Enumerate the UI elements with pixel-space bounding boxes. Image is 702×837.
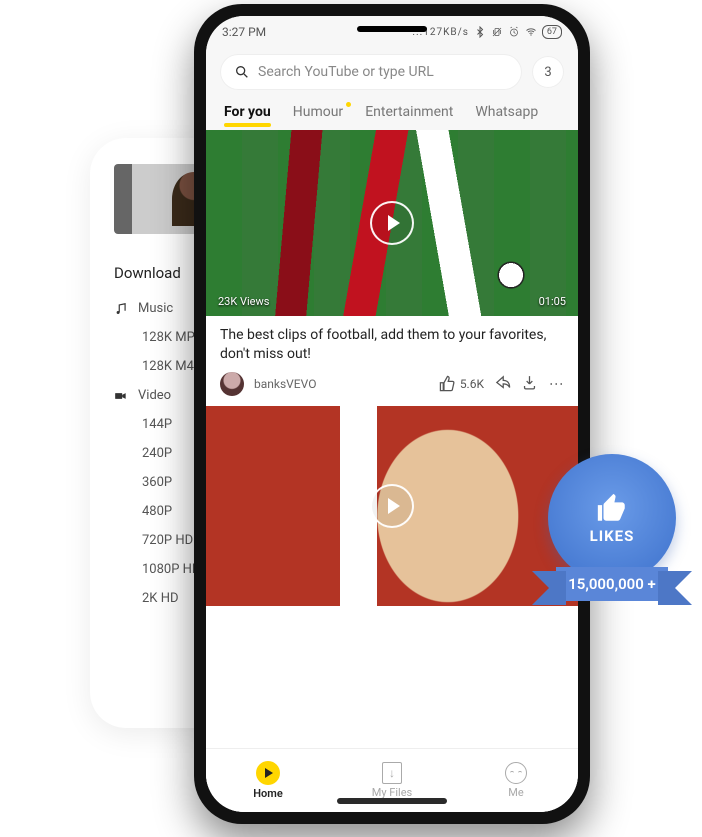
share-icon [494,374,511,391]
tab-entertainment[interactable]: Entertainment [365,104,453,120]
video-duration: 01:05 [539,295,566,308]
download-button[interactable] [521,374,538,394]
search-placeholder: Search YouTube or type URL [258,64,434,80]
video-views: 23K Views [218,295,269,308]
tab-whatsapp[interactable]: Whatsapp [475,104,538,120]
dot-indicator-icon [346,102,351,107]
nav-me[interactable]: Me [454,749,578,812]
author-avatar[interactable] [220,372,244,396]
search-row: Search YouTube or type URL 3 [206,48,578,96]
search-input[interactable]: Search YouTube or type URL [220,54,522,90]
play-icon[interactable] [370,484,414,528]
thumbs-up-icon [595,491,629,525]
play-icon[interactable] [370,201,414,245]
status-battery: 67 [542,25,562,39]
like-button[interactable]: 5.6K [439,375,484,392]
phone-frame: 3:27 PM ...127KB/s 67 Search YouTube or … [194,4,590,824]
music-note-icon [114,302,128,316]
tab-for-you[interactable]: For you [224,104,271,120]
me-face-icon [505,762,527,784]
files-icon [382,762,402,784]
status-network: ...127KB/s [412,27,469,38]
video-thumbnail[interactable]: 23K Views 01:05 [206,130,578,316]
video-label: Video [138,388,171,403]
search-icon [234,64,250,80]
home-play-icon [256,761,280,785]
share-button[interactable] [494,374,511,394]
alarm-icon [508,26,520,38]
phone-screen: 3:27 PM ...127KB/s 67 Search YouTube or … [206,16,578,812]
nav-home[interactable]: Home [206,749,330,812]
video-thumbnail[interactable] [206,406,578,606]
vibrate-icon [491,26,503,38]
video-feed[interactable]: 23K Views 01:05 The best clips of footba… [206,130,578,812]
status-bar: 3:27 PM ...127KB/s 67 [206,16,578,48]
more-button[interactable]: ⋮ [548,377,564,390]
thumbs-up-icon [439,375,456,392]
bottom-nav: Home My Files Me [206,748,578,812]
author-name[interactable]: banksVEVO [254,377,316,391]
nav-my-files[interactable]: My Files [330,749,454,812]
category-tabs: For you Humour Entertainment Whatsapp [206,96,578,130]
like-count: 5.6K [460,377,484,391]
video-meta-row: banksVEVO 5.6K ⋮ [206,370,578,406]
video-camera-icon [114,389,128,403]
tab-humour[interactable]: Humour [293,104,343,120]
wifi-icon [525,26,537,38]
video-title[interactable]: The best clips of football, add them to … [206,316,578,370]
likes-label: LIKES [590,527,635,545]
notification-count[interactable]: 3 [532,56,564,88]
status-time: 3:27 PM [222,25,266,39]
bluetooth-icon [474,26,486,38]
music-label: Music [138,301,173,316]
download-icon [521,374,538,391]
